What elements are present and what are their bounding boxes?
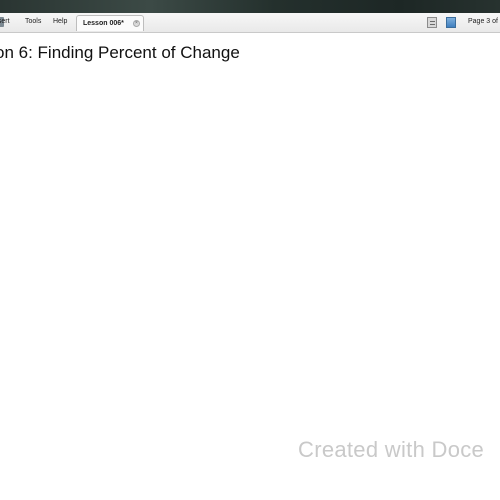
close-icon[interactable]: ×	[133, 20, 140, 27]
slide-view-icon[interactable]	[446, 17, 456, 28]
watermark: Created with Doce	[298, 437, 485, 462]
tab-lesson-006[interactable]: Lesson 006* ×	[76, 15, 144, 31]
desktop-background-strip	[0, 0, 500, 13]
menu-help[interactable]: Help	[53, 18, 67, 25]
document-canvas[interactable]: on 6: Finding Percent of Change Created …	[0, 33, 500, 500]
menu-tools[interactable]: Tools	[25, 18, 41, 25]
tab-label: Lesson 006*	[83, 20, 124, 27]
page-indicator: Page 3 of	[468, 18, 498, 25]
menu-insert[interactable]: nsert	[0, 18, 10, 25]
menubar: nsert Tools Help Lesson 006* × Page 3 of	[0, 13, 500, 33]
page-view-icon[interactable]	[427, 17, 437, 28]
page-title: on 6: Finding Percent of Change	[0, 43, 240, 62]
